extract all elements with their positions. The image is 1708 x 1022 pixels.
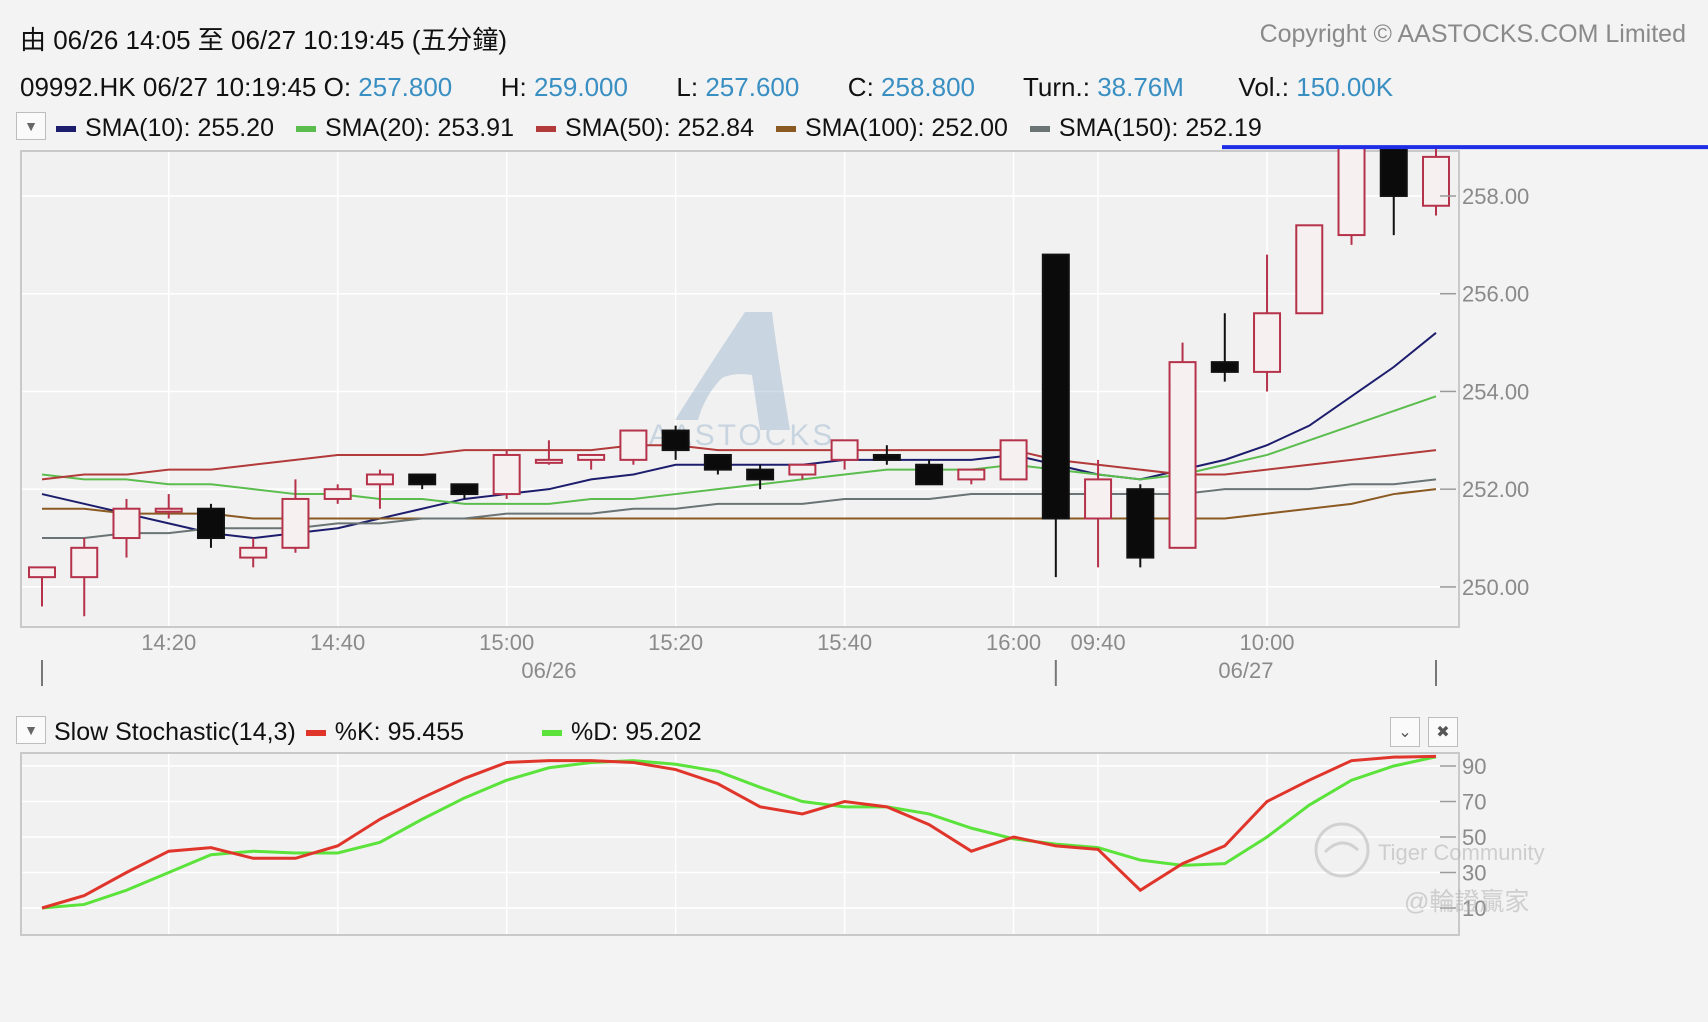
candle-body	[1337, 146, 1366, 237]
k-swatch	[305, 729, 326, 736]
candle-body	[281, 497, 310, 549]
sma-line	[41, 444, 1437, 481]
y-tick-label: 10	[1462, 896, 1486, 921]
y-tick-label: 50	[1462, 825, 1486, 850]
candle-body	[999, 439, 1028, 481]
candle-body	[1210, 361, 1239, 373]
close-button[interactable]: ✖	[1428, 717, 1458, 747]
chevron-down-icon: ⌄	[1398, 724, 1412, 741]
x-tick-label: 14:40	[310, 630, 365, 655]
x-tick-label: 09:40	[1071, 630, 1126, 655]
candle-body	[492, 453, 521, 496]
x-tick-label: 15:00	[479, 630, 534, 655]
candle-body	[1084, 478, 1113, 520]
x-tick-label: 10:00	[1239, 630, 1294, 655]
d-value-label: %D: 95.202	[571, 718, 702, 746]
candle-body	[70, 546, 99, 579]
candle-body	[957, 468, 986, 481]
candle-body	[196, 507, 225, 540]
aastocks-logo-icon	[675, 312, 790, 430]
k-value-label: %K: 95.455	[334, 718, 465, 746]
date-label: 06/27	[1218, 658, 1273, 683]
candle-body	[534, 458, 563, 464]
candle-body	[28, 566, 56, 579]
stoch-dropdown-button[interactable]: ▼	[16, 716, 46, 744]
collapse-button[interactable]: ⌄	[1390, 717, 1420, 747]
x-tick-label: 15:40	[817, 630, 872, 655]
candle-body	[1379, 146, 1408, 197]
candle-body	[872, 453, 901, 461]
candle-body	[154, 507, 183, 513]
candle-body	[1041, 253, 1070, 520]
candle-body	[408, 473, 437, 486]
x-tick-label: 14:20	[141, 630, 196, 655]
candle-body	[830, 439, 859, 461]
candle-body	[703, 453, 732, 471]
candle-body	[365, 473, 394, 486]
candle-body	[619, 429, 648, 461]
candle-body	[577, 453, 606, 461]
stoch-title: Slow Stochastic(14,3)	[54, 718, 296, 746]
candle-body	[323, 488, 352, 500]
candle-body	[915, 463, 944, 486]
y-tick-label: 70	[1462, 790, 1486, 815]
price-chart: AASTOCKS 250.00252.00254.00256.00258.00 …	[22, 145, 1708, 686]
x-tick-label: 16:00	[986, 630, 1041, 655]
candle-body	[1422, 155, 1450, 207]
y-tick-label: 250.00	[1462, 575, 1529, 600]
candle-body	[1253, 312, 1282, 373]
candle-body	[112, 507, 141, 540]
candle-body	[239, 546, 268, 559]
y-tick-label: 30	[1462, 861, 1486, 886]
candle-body	[661, 429, 690, 452]
stoch-chart-panel	[20, 752, 1460, 936]
x-tick-label: 15:20	[648, 630, 703, 655]
date-label: 06/26	[521, 658, 576, 683]
candle-body	[1295, 224, 1324, 315]
y-tick-label: 258.00	[1462, 184, 1529, 209]
y-tick-label: 254.00	[1462, 379, 1529, 404]
y-tick-label: 256.00	[1462, 282, 1529, 307]
triangle-down-icon: ▼	[24, 722, 38, 738]
y-tick-label: 252.00	[1462, 477, 1529, 502]
close-icon: ✖	[1436, 724, 1450, 741]
candle-body	[1126, 488, 1155, 559]
stoch-legend: Slow Stochastic(14,3) %K: 95.455 %D: 95.…	[54, 718, 702, 747]
d-swatch	[542, 729, 563, 736]
y-tick-label: 90	[1462, 754, 1486, 779]
candle-body	[1168, 361, 1197, 549]
candle-body	[450, 483, 479, 496]
candle-body	[788, 463, 817, 476]
candle-body	[746, 468, 775, 481]
